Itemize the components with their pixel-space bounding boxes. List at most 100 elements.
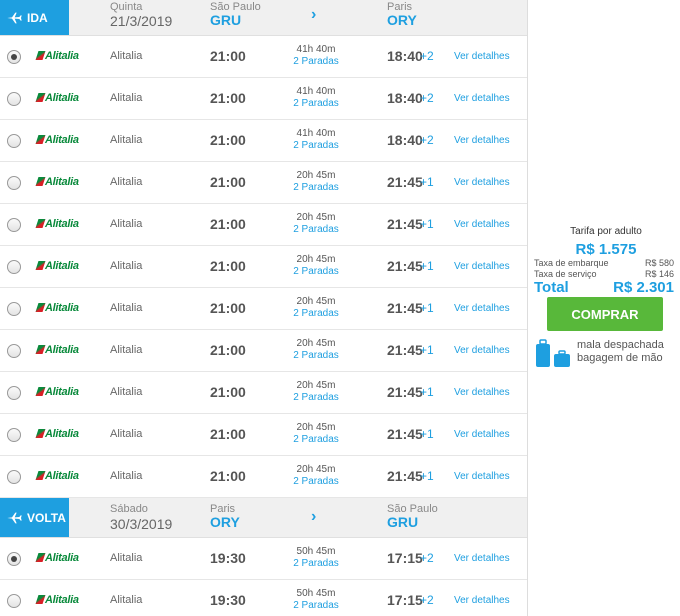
flight-radio[interactable]	[7, 260, 21, 274]
arrival-time: 21:45	[387, 216, 423, 232]
stops-link[interactable]: 2 Paradas	[280, 140, 352, 152]
details-link[interactable]: Ver detalhes	[454, 93, 510, 104]
flight-row[interactable]: Alitalia Alitalia 21:00 41h 40m 2 Paradas 18:…	[0, 120, 527, 162]
day-offset: +2	[420, 133, 434, 147]
boarding-tax-label: Taxa de embarque	[534, 258, 609, 268]
arrival-time: 18:40	[387, 48, 423, 64]
alitalia-logo: Alitalia	[35, 302, 79, 314]
flight-row[interactable]: Alitalia Alitalia 21:00 20h 45m 2 Paradas 21:…	[0, 204, 527, 246]
alitalia-logo: Alitalia	[35, 470, 79, 482]
stops-link[interactable]: 2 Paradas	[280, 558, 352, 570]
flight-row[interactable]: Alitalia Alitalia 19:30 50h 45m 2 Paradas 17:…	[0, 580, 527, 616]
day-offset: +2	[420, 593, 434, 607]
flight-row[interactable]: Alitalia Alitalia 19:30 50h 45m 2 Paradas 17:…	[0, 538, 527, 580]
flight-duration: 20h 45m	[296, 212, 336, 223]
day-offset: +2	[420, 49, 434, 63]
stops-link[interactable]: 2 Paradas	[280, 476, 352, 488]
departure-time: 21:00	[210, 426, 246, 442]
flight-radio[interactable]	[7, 344, 21, 358]
airline-name: Alitalia	[110, 428, 143, 440]
flight-radio[interactable]	[7, 302, 21, 316]
flight-radio[interactable]	[7, 552, 21, 566]
outbound-badge: IDA	[0, 0, 69, 35]
flight-row[interactable]: Alitalia Alitalia 21:00 20h 45m 2 Paradas 21:…	[0, 246, 527, 288]
flight-radio[interactable]	[7, 428, 21, 442]
stops-link[interactable]: 2 Paradas	[280, 308, 352, 320]
details-link[interactable]: Ver detalhes	[454, 135, 510, 146]
details-link[interactable]: Ver detalhes	[454, 303, 510, 314]
flight-row[interactable]: Alitalia Alitalia 21:00 20h 45m 2 Paradas 21:…	[0, 288, 527, 330]
alitalia-logo: Alitalia	[35, 344, 79, 356]
airline-name: Alitalia	[110, 552, 143, 564]
departure-time: 21:00	[210, 48, 246, 64]
flight-radio[interactable]	[7, 594, 21, 608]
flight-row[interactable]: Alitalia Alitalia 21:00 20h 45m 2 Paradas 21:…	[0, 414, 527, 456]
flight-radio[interactable]	[7, 134, 21, 148]
details-link[interactable]: Ver detalhes	[454, 387, 510, 398]
airline-name: Alitalia	[110, 134, 143, 146]
departure-time: 21:00	[210, 258, 246, 274]
stops-link[interactable]: 2 Paradas	[280, 224, 352, 236]
flight-radio[interactable]	[7, 470, 21, 484]
flight-radio[interactable]	[7, 50, 21, 64]
departure-time: 19:30	[210, 550, 246, 566]
details-link[interactable]: Ver detalhes	[454, 595, 510, 606]
buy-button[interactable]: COMPRAR	[547, 297, 663, 331]
return-header: VOLTA Sábado 30/3/2019 Paris ORY › São Paulo GR…	[0, 498, 527, 538]
details-link[interactable]: Ver detalhes	[454, 553, 510, 564]
flight-row[interactable]: Alitalia Alitalia 21:00 20h 45m 2 Paradas 21:…	[0, 372, 527, 414]
stops-link[interactable]: 2 Paradas	[280, 392, 352, 404]
flight-duration: 41h 40m	[296, 128, 336, 139]
flight-radio[interactable]	[7, 92, 21, 106]
day-offset: +1	[420, 217, 434, 231]
details-link[interactable]: Ver detalhes	[454, 429, 510, 440]
flight-row[interactable]: Alitalia Alitalia 21:00 20h 45m 2 Paradas 21:…	[0, 330, 527, 372]
flight-row[interactable]: Alitalia Alitalia 21:00 41h 40m 2 Paradas 18:…	[0, 78, 527, 120]
details-link[interactable]: Ver detalhes	[454, 261, 510, 272]
arrival-time: 21:45	[387, 174, 423, 190]
arrival-time: 21:45	[387, 384, 423, 400]
details-link[interactable]: Ver detalhes	[454, 51, 510, 62]
departure-time: 21:00	[210, 300, 246, 316]
flight-row[interactable]: Alitalia Alitalia 21:00 41h 40m 2 Paradas 18:…	[0, 36, 527, 78]
stops-link[interactable]: 2 Paradas	[280, 600, 352, 612]
day-offset: +2	[420, 91, 434, 105]
airline-name: Alitalia	[110, 92, 143, 104]
arrival-time: 18:40	[387, 90, 423, 106]
badge-label: IDA	[27, 10, 48, 25]
stops-link[interactable]: 2 Paradas	[280, 350, 352, 362]
alitalia-logo: Alitalia	[35, 386, 79, 398]
details-link[interactable]: Ver detalhes	[454, 177, 510, 188]
boarding-tax-row: Taxa de embarque R$ 580	[532, 258, 680, 269]
details-link[interactable]: Ver detalhes	[454, 471, 510, 482]
stops-link[interactable]: 2 Paradas	[280, 434, 352, 446]
departure-time: 19:30	[210, 592, 246, 608]
flight-row[interactable]: Alitalia Alitalia 21:00 20h 45m 2 Paradas 21:…	[0, 162, 527, 204]
alitalia-logo: Alitalia	[35, 50, 79, 62]
flight-radio[interactable]	[7, 386, 21, 400]
flight-duration: 50h 45m	[296, 588, 336, 599]
day-offset: +1	[420, 175, 434, 189]
stops-link[interactable]: 2 Paradas	[280, 98, 352, 110]
airline-name: Alitalia	[110, 470, 143, 482]
details-link[interactable]: Ver detalhes	[454, 219, 510, 230]
details-link[interactable]: Ver detalhes	[454, 345, 510, 356]
stops-link[interactable]: 2 Paradas	[280, 266, 352, 278]
outbound-section: IDA Quinta 21/3/2019 São Paulo GRU › Paris ORY A…	[0, 0, 527, 498]
airline-name: Alitalia	[110, 344, 143, 356]
day-offset: +1	[420, 385, 434, 399]
flight-duration: 50h 45m	[296, 546, 336, 557]
fare-per-adult: R$ 1.575	[575, 241, 637, 258]
stops-link[interactable]: 2 Paradas	[280, 182, 352, 194]
return-section: VOLTA Sábado 30/3/2019 Paris ORY › São Paulo GR…	[0, 498, 527, 616]
checked-bag-label: mala despachada	[577, 339, 664, 351]
flight-results: IDA Quinta 21/3/2019 São Paulo GRU › Paris ORY A…	[0, 0, 528, 616]
total-label: Total	[534, 279, 569, 296]
airline-name: Alitalia	[110, 176, 143, 188]
day-offset: +1	[420, 469, 434, 483]
airline-name: Alitalia	[110, 594, 143, 606]
flight-radio[interactable]	[7, 218, 21, 232]
stops-link[interactable]: 2 Paradas	[280, 56, 352, 68]
flight-radio[interactable]	[7, 176, 21, 190]
flight-row[interactable]: Alitalia Alitalia 21:00 20h 45m 2 Paradas 21:…	[0, 456, 527, 498]
